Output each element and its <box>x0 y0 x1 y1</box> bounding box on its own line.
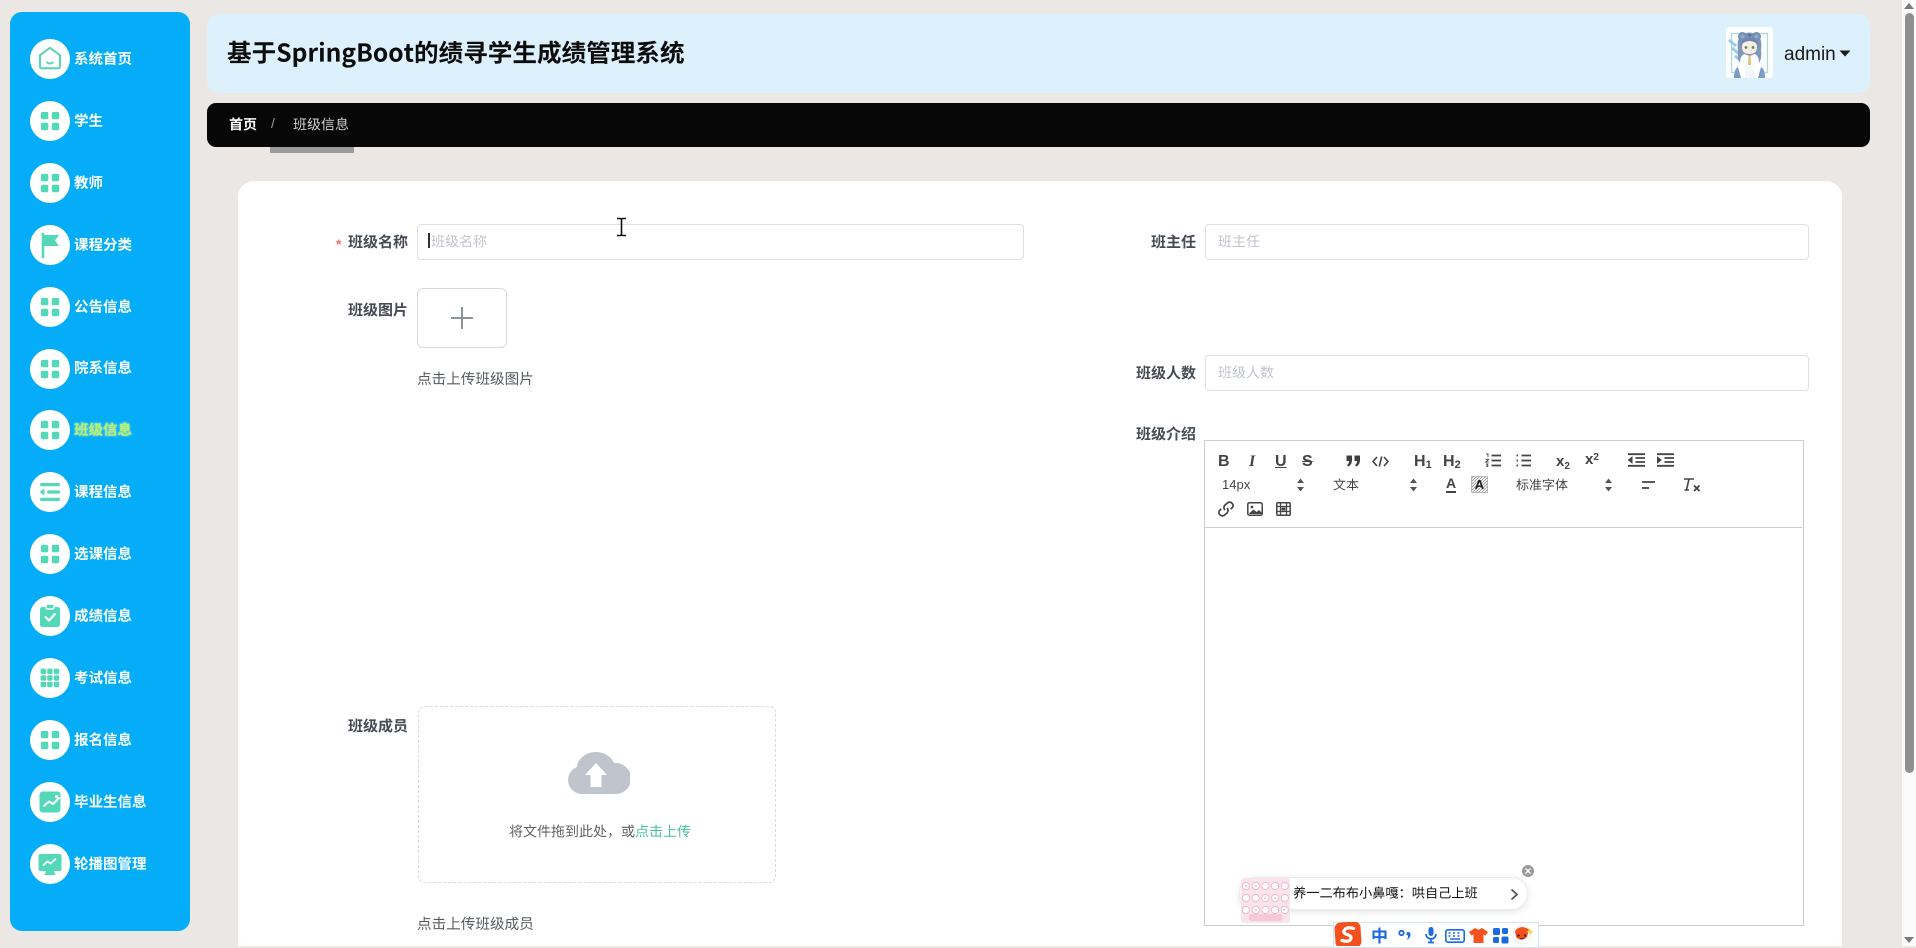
svg-text:A: A <box>1475 477 1485 492</box>
